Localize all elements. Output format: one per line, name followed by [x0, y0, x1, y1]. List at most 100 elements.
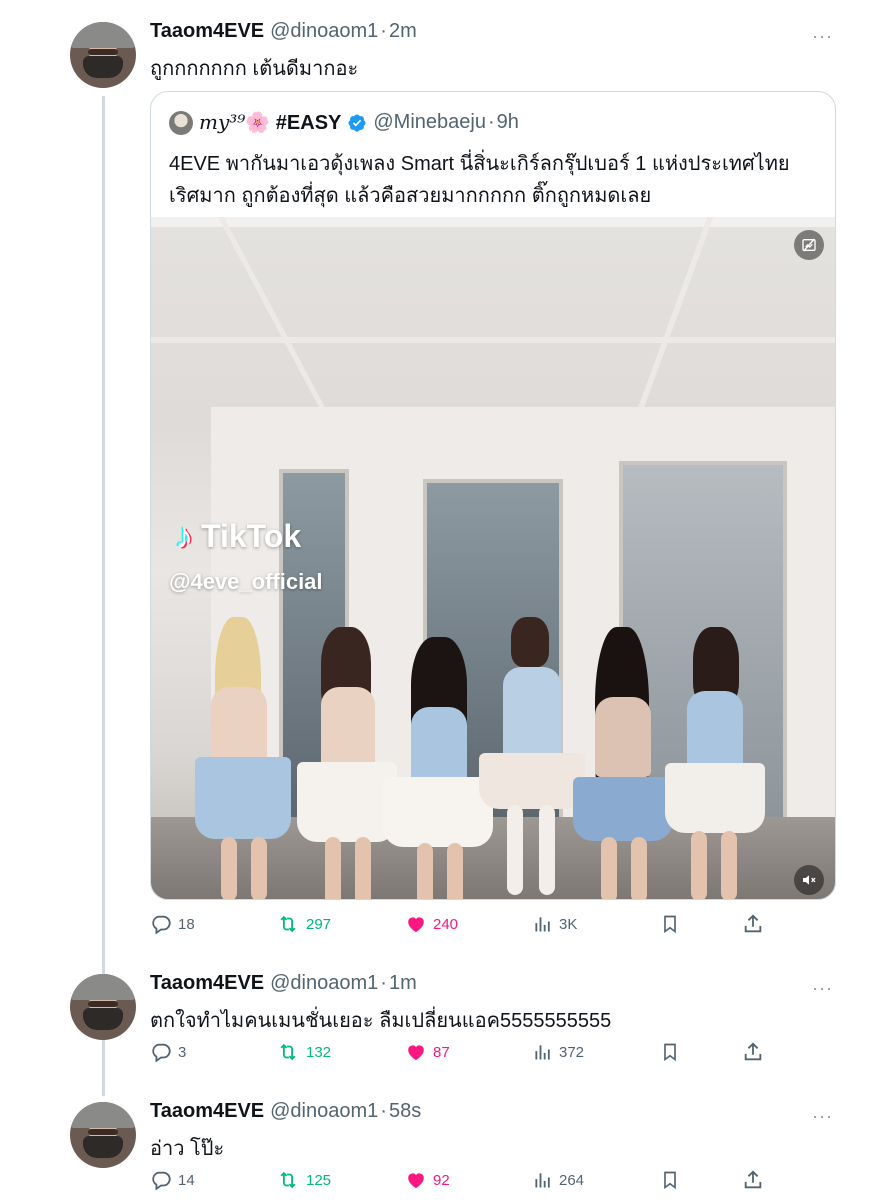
retweet-icon	[280, 915, 296, 933]
like-count: 240	[433, 915, 459, 933]
heart-icon	[408, 1045, 424, 1061]
author-handle[interactable]: @dinoaom1	[270, 1100, 378, 1122]
reply-icon	[152, 915, 171, 935]
reply-count: 18	[178, 915, 195, 933]
heart-icon	[408, 917, 424, 933]
bookmark-button[interactable]	[660, 1040, 680, 1064]
quote-text: 4EVE พากันมาเอวดุ้งเพลง Smart นี่สิ่นะเก…	[169, 148, 790, 212]
author-name[interactable]: Taaom4EVE	[150, 1100, 264, 1122]
dot-separator: ·	[380, 1100, 387, 1122]
reply-button[interactable]: 18	[150, 912, 195, 936]
tiktok-watermark: ♪ TikTok	[175, 515, 301, 557]
reply-icon	[152, 1171, 171, 1191]
tweet-actions: 14 125 92 264	[150, 1168, 770, 1192]
quote-author-name: my³⁹🌸 #EASY	[199, 110, 341, 135]
bookmark-icon	[664, 1171, 676, 1190]
tweet-actions: 3 132 87 372	[150, 1040, 770, 1064]
quote-avatar	[169, 110, 193, 135]
heart-icon	[408, 1173, 424, 1189]
share-icon	[744, 1042, 762, 1061]
quote-author-handle: @Minebaeju	[373, 111, 486, 133]
tweet-header: Taaom4EVE @dinoaom1 · 58s	[150, 1100, 421, 1123]
views-icon	[535, 1045, 550, 1060]
quote-name-script: my³⁹	[199, 110, 246, 134]
retweet-button[interactable]: 297	[276, 912, 331, 936]
tweet-3[interactable]: Taaom4EVE @dinoaom1 · 58s ··· อ่าว โป๊ะ 14 …	[0, 1100, 891, 1200]
avatar[interactable]	[70, 1102, 136, 1168]
share-button[interactable]	[742, 1040, 764, 1064]
retweet-count: 297	[306, 915, 332, 933]
tweet-actions: 18 297 240 3K	[150, 912, 770, 936]
like-count: 92	[433, 1171, 450, 1189]
tweet-1[interactable]: Taaom4EVE @dinoaom1 · 2m ··· ถูกกกกกกก เต้น…	[0, 20, 891, 950]
like-button[interactable]: 240	[405, 912, 458, 936]
tweet-header: Taaom4EVE @dinoaom1 · 2m	[150, 20, 417, 43]
more-options-icon[interactable]: ···	[812, 978, 833, 999]
share-button[interactable]	[742, 1168, 764, 1192]
timestamp[interactable]: 2m	[389, 20, 417, 42]
author-name[interactable]: Taaom4EVE	[150, 20, 264, 42]
views-button[interactable]: 264	[533, 1168, 584, 1192]
dot-separator: ·	[380, 972, 387, 994]
author-handle[interactable]: @dinoaom1	[270, 20, 378, 42]
more-options-icon[interactable]: ···	[812, 1106, 833, 1127]
views-icon	[535, 917, 550, 932]
ceiling-beam	[151, 217, 835, 227]
quoted-tweet[interactable]: my³⁹🌸 #EASY @Minebaeju · 9h 4EVE พากันมาเอ…	[150, 91, 836, 900]
avatar[interactable]	[70, 974, 136, 1040]
quote-text-line-1: 4EVE พากันมาเอวดุ้งเพลง Smart นี่สิ่นะเก…	[169, 153, 790, 175]
bookmark-button[interactable]	[660, 912, 680, 936]
reply-icon	[152, 1043, 171, 1063]
quote-text-line-2: เริศมาก ถูกต้องที่สุด แล้วคือสวยมากกกกก …	[169, 185, 652, 207]
tiktok-handle: @4eve_official	[169, 569, 323, 594]
retweet-button[interactable]: 132	[276, 1040, 331, 1064]
ceiling-beam	[217, 217, 331, 417]
views-count: 264	[559, 1171, 585, 1189]
bookmark-icon	[664, 915, 676, 934]
bookmark-icon	[664, 1043, 676, 1062]
views-button[interactable]: 3K	[533, 912, 577, 936]
author-name[interactable]: Taaom4EVE	[150, 972, 264, 994]
ceiling-beam	[634, 217, 714, 417]
views-count: 3K	[559, 915, 578, 933]
author-handle[interactable]: @dinoaom1	[270, 972, 378, 994]
timestamp[interactable]: 1m	[389, 972, 417, 994]
quote-name-tag: #EASY	[275, 112, 342, 134]
more-options-icon[interactable]: ···	[812, 26, 833, 47]
ceiling-beam	[151, 337, 835, 343]
share-icon	[744, 914, 762, 933]
avatar[interactable]	[70, 22, 136, 88]
quote-header: my³⁹🌸 #EASY @Minebaeju · 9h	[169, 110, 519, 135]
like-button[interactable]: 92	[405, 1168, 450, 1192]
tiktok-note-icon: ♪	[175, 515, 193, 556]
views-button[interactable]: 372	[533, 1040, 584, 1064]
tweet-text: ถูกกกกกกก เต้นดีมากอะ	[150, 58, 359, 80]
share-icon	[744, 1170, 762, 1189]
reply-button[interactable]: 14	[150, 1168, 195, 1192]
retweet-button[interactable]: 125	[276, 1168, 331, 1192]
alt-text-icon[interactable]	[794, 230, 824, 260]
dot-separator: ·	[380, 20, 387, 42]
tweet-2[interactable]: Taaom4EVE @dinoaom1 · 1m ··· ตกใจทำไมคนเมนช…	[0, 972, 891, 1082]
video-player[interactable]: ♪ TikTok @4eve_official	[151, 217, 835, 899]
tiktok-brand: TikTok	[201, 517, 302, 554]
timestamp[interactable]: 58s	[389, 1100, 421, 1122]
mute-icon[interactable]	[794, 865, 824, 895]
like-count: 87	[433, 1043, 450, 1061]
like-button[interactable]: 87	[405, 1040, 450, 1064]
retweet-icon	[280, 1043, 296, 1061]
retweet-count: 125	[306, 1171, 332, 1189]
views-icon	[535, 1173, 550, 1188]
dot-separator: ·	[487, 111, 495, 133]
reply-count: 14	[178, 1171, 195, 1189]
share-button[interactable]	[742, 912, 764, 936]
reply-button[interactable]: 3	[150, 1040, 186, 1064]
verified-icon	[348, 113, 366, 132]
tweet-header: Taaom4EVE @dinoaom1 · 1m	[150, 972, 417, 995]
reply-count: 3	[178, 1043, 187, 1061]
tweet-text: ตกใจทำไมคนเมนชั่นเยอะ ลืมเปลี่ยนแอค55555…	[150, 1010, 612, 1032]
retweet-count: 132	[306, 1043, 332, 1061]
bookmark-button[interactable]	[660, 1168, 680, 1192]
retweet-icon	[280, 1171, 296, 1189]
quote-timestamp: 9h	[496, 111, 519, 133]
